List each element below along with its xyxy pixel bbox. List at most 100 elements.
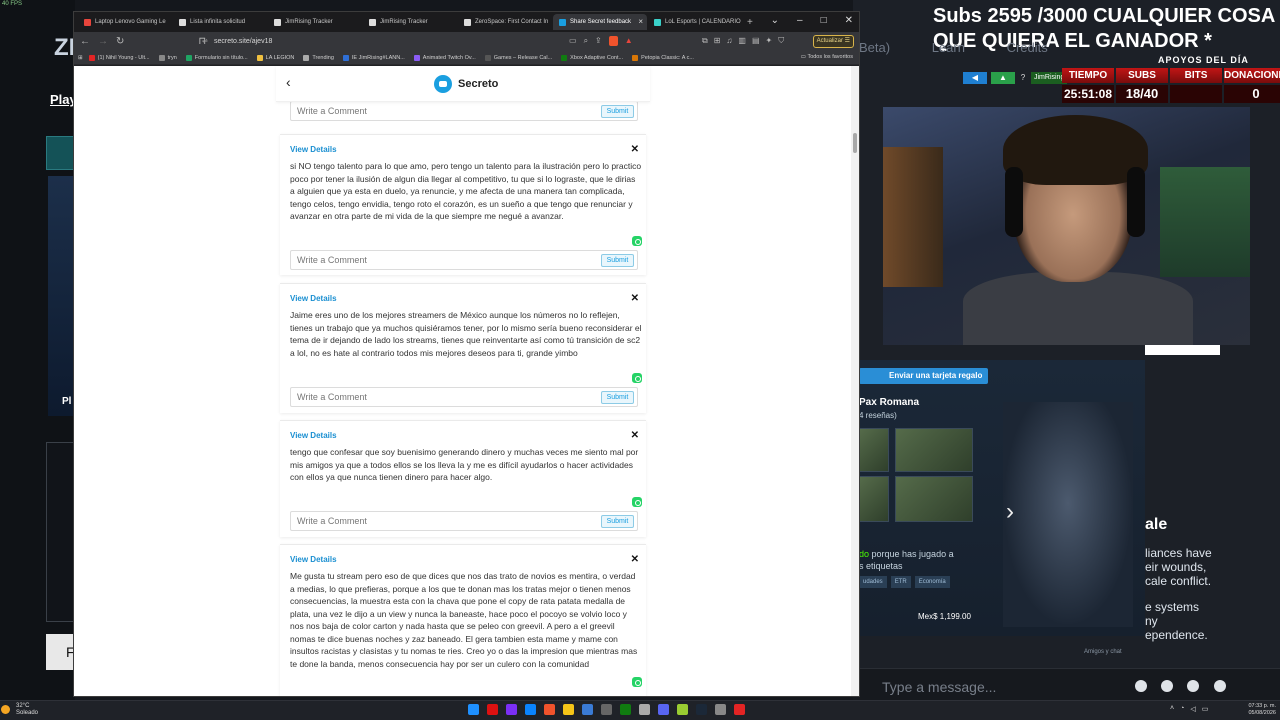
bug-icon[interactable] [1187,680,1199,692]
brave-shields-icon[interactable] [608,36,618,46]
forward-icon[interactable]: → [98,36,108,47]
submit-button[interactable]: Submit [601,515,634,528]
game-tag[interactable]: ETR [890,576,911,588]
browser-tab[interactable]: ZeroSpace: First Contact In [458,14,552,30]
submit-button[interactable]: Submit [601,254,634,267]
comment-input[interactable]: Write a Comment [297,255,367,265]
update-button[interactable]: Actualizar ☰ [812,35,854,48]
chat-input[interactable]: Type a message... [882,679,996,695]
browser-tab[interactable]: JimRising Tracker [363,14,457,30]
whatsapp-share-icon[interactable] [632,497,642,507]
game-screenshot-thumb[interactable] [859,428,889,472]
close-icon[interactable]: ✕ [631,293,639,304]
bookmark-item[interactable]: LA LEGION [256,54,294,61]
bookmark-item[interactable]: Games – Release Cal... [484,54,552,61]
game-tag[interactable]: Economía [914,576,950,588]
app-icon[interactable] [487,704,498,715]
game-screenshot-thumb[interactable] [895,428,973,472]
close-icon[interactable]: ✕ [631,554,639,565]
app-icon[interactable] [639,704,650,715]
bookmark-item[interactable]: tryn [158,54,177,61]
steam-icon[interactable] [696,704,707,715]
comment-input[interactable]: Write a Comment [297,516,367,526]
brave-rewards-icon[interactable]: ▲ [625,36,633,46]
close-tab-icon[interactable]: × [638,17,643,26]
bookmark-item[interactable]: Animated Twitch Ov... [413,54,476,61]
comment-input[interactable]: Write a Comment [297,106,367,116]
whatsapp-share-icon[interactable] [632,677,642,687]
gear-icon[interactable] [1135,680,1147,692]
volume-icon[interactable]: ◁ [1190,705,1195,713]
gift-card-button[interactable]: Enviar una tarjeta regalo [859,368,989,384]
all-bookmarks-folder[interactable]: ▭ Todos los favoritos [801,54,853,60]
system-clock[interactable]: 07:33 p. m. 05/08/2026 [1248,703,1276,717]
view-details-link[interactable]: View Details [290,555,337,564]
view-details-link[interactable]: View Details [290,294,337,303]
game-screenshot-thumb[interactable] [859,476,889,522]
ai-icon[interactable]: ✦ [766,36,773,46]
scrollbar-thumb[interactable] [853,133,857,153]
battery-icon[interactable]: ▭ [1202,705,1209,713]
browser-tab[interactable]: Lista infinita solicitud [173,14,267,30]
bookmark-item[interactable]: Trending [303,54,334,61]
zoom-icon[interactable]: ⌕ [584,36,588,46]
bookmark-item[interactable]: Petopia Classic: A c... [632,54,694,61]
app-icon[interactable] [601,704,612,715]
edge-icon[interactable] [525,704,536,715]
extension-icon[interactable]: ⊞ [714,36,721,46]
submit-button[interactable]: Submit [601,105,634,118]
xbox-icon[interactable] [620,704,631,715]
close-icon[interactable]: ✕ [845,15,853,26]
back-icon[interactable]: ← [80,36,90,47]
browser-tab-active[interactable]: Share Secret feedback × [553,14,647,30]
bookmark-item[interactable]: Formulario sin título... [185,54,248,61]
browser-tab[interactable]: JimRising Tracker [268,14,362,30]
discord-icon[interactable] [658,704,669,715]
media-icon[interactable]: ♫ [726,36,732,46]
view-details-link[interactable]: View Details [290,431,337,440]
apps-icon[interactable]: ⊞ [78,55,83,61]
brave-icon[interactable] [544,704,555,715]
close-icon[interactable]: ✕ [631,430,639,441]
share-icon[interactable]: ⇪ [595,36,602,46]
bookmark-item[interactable]: Xbox Adaptive Cont... [561,54,623,61]
page-scrollbar[interactable] [851,66,859,696]
vpn-icon[interactable]: ⛉ [778,36,784,46]
new-tab-icon[interactable]: + [747,17,753,28]
f-button-fragment[interactable]: F [46,634,75,670]
whatsapp-share-icon[interactable] [632,373,642,383]
weather-widget[interactable]: 32°C Soleado [1,703,38,717]
app-icon[interactable] [715,704,726,715]
site-info-icon[interactable]: ⇌ [202,35,208,49]
game-tag[interactable]: udades [859,576,887,588]
network-icon[interactable]: ◔ [1180,705,1184,713]
whatsapp-share-icon[interactable] [632,236,642,246]
bookmark-item[interactable]: IE JimRising#LANN... [342,54,405,61]
browser-tab[interactable]: Laptop Lenovo Gaming Le [78,14,172,30]
app-icon[interactable] [506,704,517,715]
start-icon[interactable] [468,704,479,715]
app-icon[interactable] [677,704,688,715]
chevron-up-icon[interactable]: ˄ [1170,705,1174,713]
maximize-icon[interactable]: □ [821,15,827,26]
app-icon[interactable] [582,704,593,715]
comment-input[interactable]: Write a Comment [297,392,367,402]
browser-tab[interactable]: LoL Esports | CALENDARIO [648,14,742,30]
submit-button[interactable]: Submit [601,391,634,404]
minimize-icon[interactable]: – [797,15,803,26]
chevron-down-icon[interactable]: ⌄ [771,15,779,26]
power-icon[interactable] [1214,680,1226,692]
chevron-right-icon[interactable]: › [1006,498,1014,526]
wallet-icon[interactable]: ▤ [752,36,760,46]
screenshot-icon[interactable]: ▭ [569,36,577,46]
friends-chat-label[interactable]: Amigos y chat [1084,649,1122,655]
folder-icon[interactable] [563,704,574,715]
bookmark-item[interactable]: (1) Nihil Young - Ult... [88,54,150,61]
view-details-link[interactable]: View Details [290,145,337,154]
sidebar-icon[interactable]: ▥ [738,36,746,46]
close-icon[interactable]: ✕ [631,144,639,155]
game-screenshot-thumb[interactable] [895,476,973,522]
discord-icon[interactable] [1161,680,1173,692]
back-arrow-icon[interactable]: ‹ [286,74,291,90]
extension-icon[interactable]: ⧉ [702,36,708,46]
